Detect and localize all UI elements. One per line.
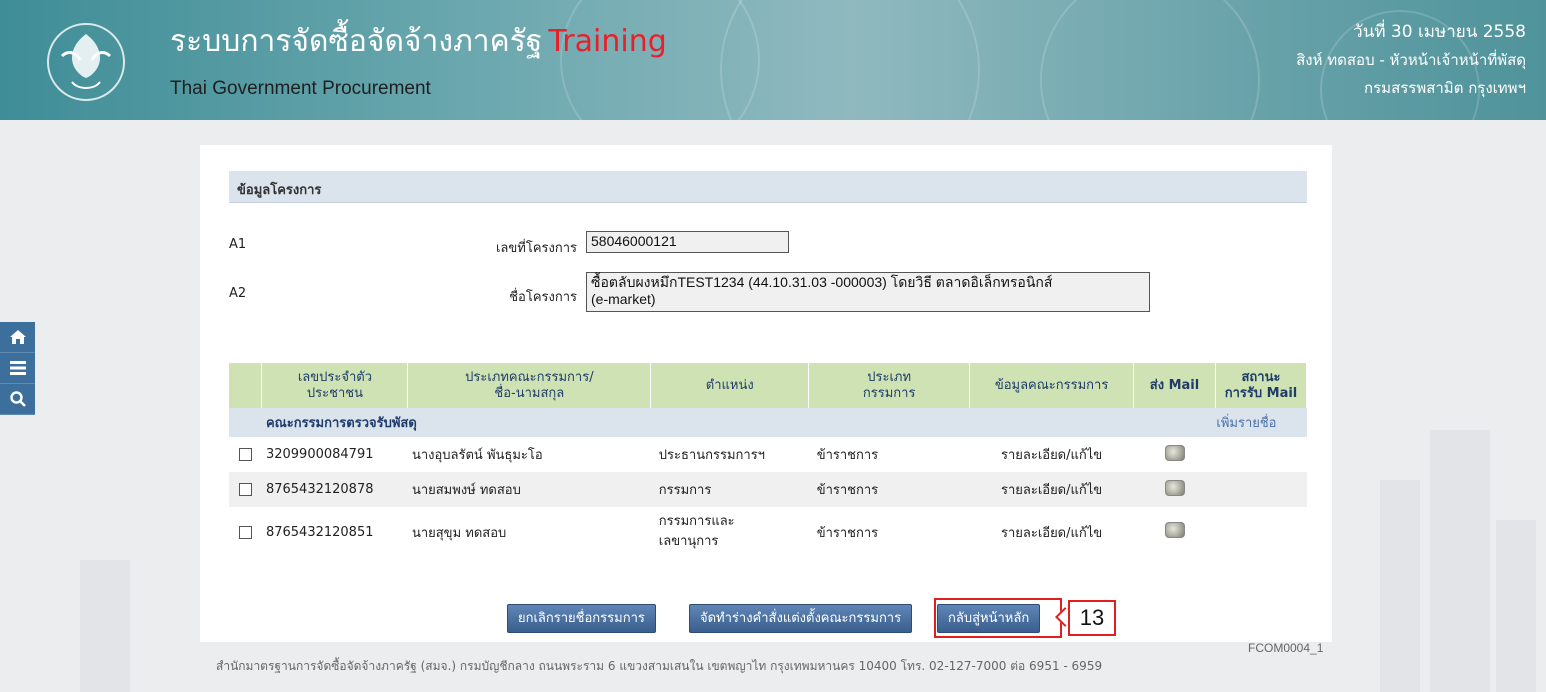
header-member-type: ประเภท กรรมการ xyxy=(808,363,971,408)
header-committee-type: ประเภทคณะกรรมการ/ ชื่อ-นามสกุล xyxy=(407,363,652,408)
member-name: นายสมพงษ์ ทดสอบ xyxy=(407,472,651,507)
citizen-id: 3209900084791 xyxy=(265,447,374,462)
background-building xyxy=(1380,480,1420,692)
header-id-line2: ประชาชน xyxy=(306,385,363,401)
comptroller-garuda-logo xyxy=(47,23,125,101)
title-thai: ระบบการจัดซื้อจัดจ้างภาครัฐ xyxy=(170,24,543,59)
row-checkbox[interactable] xyxy=(238,448,252,461)
header-status-line2: การรับ Mail xyxy=(1224,385,1298,401)
member-type: ข้าราชการ xyxy=(816,525,879,541)
side-nav xyxy=(0,322,35,415)
background-building xyxy=(80,560,130,692)
header-send-mail: ส่ง Mail xyxy=(1133,363,1216,408)
system-subtitle: Thai Government Procurement xyxy=(170,78,431,99)
user-info: วันที่ 30 เมษายน 2558 สิงห์ ทดสอบ - หัวห… xyxy=(1296,18,1526,102)
header-type-line2: ชื่อ-นามสกุล xyxy=(494,385,565,401)
background-building xyxy=(1430,430,1490,692)
header-id: เลขประจำตัว ประชาชน xyxy=(261,363,409,408)
committee-group-row: คณะกรรมการตรวจรับพัสดุ เพิ่มรายชื่อ xyxy=(229,408,1307,437)
detail-edit-link[interactable]: รายละเอียด/แก้ไข xyxy=(970,507,1134,557)
step-callout: 13 xyxy=(1068,600,1116,636)
member-name: นางอุบลรัตน์ พันธุมะโอ xyxy=(411,448,543,463)
user-name-role: สิงห์ ทดสอบ - หัวหน้าเจ้าหน้าที่พัสดุ xyxy=(1296,51,1526,69)
project-name-label: ชื่อโครงการ xyxy=(509,290,577,305)
member-type: ข้าราชการ xyxy=(808,472,970,507)
header-type-line1: ประเภทคณะกรรมการ/ xyxy=(465,369,594,385)
member-type: ข้าราชการ xyxy=(816,448,879,463)
training-badge: Training xyxy=(548,24,667,59)
member-position-line2: เลขานุการ xyxy=(658,534,719,549)
table-row: 8765432120878 นายสมพงษ์ ทดสอบ กรรมการ ข้… xyxy=(229,472,1307,507)
mail-status xyxy=(1215,472,1307,507)
project-section-header: ข้อมูลโครงการ xyxy=(229,171,1307,203)
project-number-row: A1 เลขที่โครงการ 58046000121 xyxy=(229,231,1229,257)
committee-table: เลขประจำตัว ประชาชน ประเภทคณะกรรมการ/ ชื… xyxy=(229,363,1308,557)
search-icon xyxy=(9,391,26,407)
mail-icon[interactable] xyxy=(1164,522,1185,538)
header-member-type-line2: กรรมการ xyxy=(862,385,916,401)
page-code: FCOM0004_1 xyxy=(1248,641,1324,655)
committee-group-title: คณะกรรมการตรวจรับพัสดุ xyxy=(261,408,1134,437)
system-title: ระบบการจัดซื้อจัดจ้างภาครัฐ Training xyxy=(170,18,667,65)
footer-text: สำนักมาตรฐานการจัดซื้อจัดจ้างภาครัฐ (สมจ… xyxy=(216,659,1103,673)
header-committee-info: ข้อมูลคณะกรรมการ xyxy=(969,363,1135,408)
nav-search-button[interactable] xyxy=(0,384,35,415)
mail-icon[interactable] xyxy=(1164,444,1185,461)
cancel-committee-button[interactable]: ยกเลิกรายชื่อกรรมการ xyxy=(507,604,656,633)
header-checkbox-col xyxy=(229,363,263,408)
header-status-line1: สถานะ xyxy=(1241,369,1281,385)
project-name-line2: (e-market) xyxy=(591,291,656,307)
table-row: 3209900084791 นางอุบลรัตน์ พันธุมะโอ ประ… xyxy=(229,437,1307,472)
header-position: ตำแหน่ง xyxy=(650,363,810,408)
detail-edit-link[interactable]: รายละเอียด/แก้ไข xyxy=(969,472,1134,507)
project-number-field: 58046000121 xyxy=(586,231,789,253)
project-name-row: A2 ชื่อโครงการ ซื้อตลับผงหมึกTEST1234 (4… xyxy=(229,270,1229,314)
user-department: กรมสรรพสามิต กรุงเทพฯ xyxy=(1364,79,1526,97)
header-id-line1: เลขประจำตัว xyxy=(297,369,373,385)
table-row: 8765432120851 นายสุขุม ทดสอบ กรรมการและ … xyxy=(229,507,1307,557)
mail-status xyxy=(1215,507,1306,557)
member-position: ประธานกรรมการฯ xyxy=(658,448,765,463)
mail-icon[interactable] xyxy=(1164,479,1185,496)
project-name-line1: ซื้อตลับผงหมึกTEST1234 (44.10.31.03 -000… xyxy=(591,274,1053,290)
member-position: กรรมการและ เลขานุการ xyxy=(651,507,809,557)
nav-home-button[interactable] xyxy=(0,322,35,353)
current-date: วันที่ 30 เมษายน 2558 xyxy=(1353,22,1526,42)
header-mail-status: สถานะ การรับ Mail xyxy=(1215,363,1308,408)
header-banner: ระบบการจัดซื้อจัดจ้างภาครัฐ Training Thai… xyxy=(0,0,1546,120)
background-building xyxy=(1496,520,1536,692)
project-name-field: ซื้อตลับผงหมึกTEST1234 (44.10.31.03 -000… xyxy=(586,272,1150,312)
mail-status xyxy=(1215,437,1306,472)
header-member-type-line1: ประเภท xyxy=(867,369,912,385)
draft-order-button[interactable]: จัดทำร่างคำสั่งแต่งตั้งคณะกรรมการ xyxy=(689,604,913,633)
home-icon xyxy=(9,330,26,344)
nav-menu-button[interactable] xyxy=(0,353,35,384)
member-position-line1: กรรมการและ xyxy=(658,514,735,529)
row-checkbox[interactable] xyxy=(238,483,252,496)
section-title: ข้อมูลโครงการ xyxy=(237,183,322,198)
member-position: กรรมการ xyxy=(650,472,809,507)
callout-highlight-box xyxy=(934,598,1062,638)
row-checkbox[interactable] xyxy=(238,525,252,539)
citizen-id: 8765432120878 xyxy=(261,472,408,507)
table-header-row: เลขประจำตัว ประชาชน ประเภทคณะกรรมการ/ ชื… xyxy=(229,363,1308,408)
add-name-link[interactable]: เพิ่มรายชื่อ xyxy=(1133,408,1307,437)
citizen-id: 8765432120851 xyxy=(265,524,374,540)
main-panel: ข้อมูลโครงการ A1 เลขที่โครงการ 580460001… xyxy=(200,145,1332,642)
member-name: นายสุขุม ทดสอบ xyxy=(411,525,507,541)
detail-edit-link[interactable]: รายละเอียด/แก้ไข xyxy=(970,437,1134,472)
menu-icon xyxy=(9,361,26,375)
project-number-label: เลขที่โครงการ xyxy=(495,241,577,256)
